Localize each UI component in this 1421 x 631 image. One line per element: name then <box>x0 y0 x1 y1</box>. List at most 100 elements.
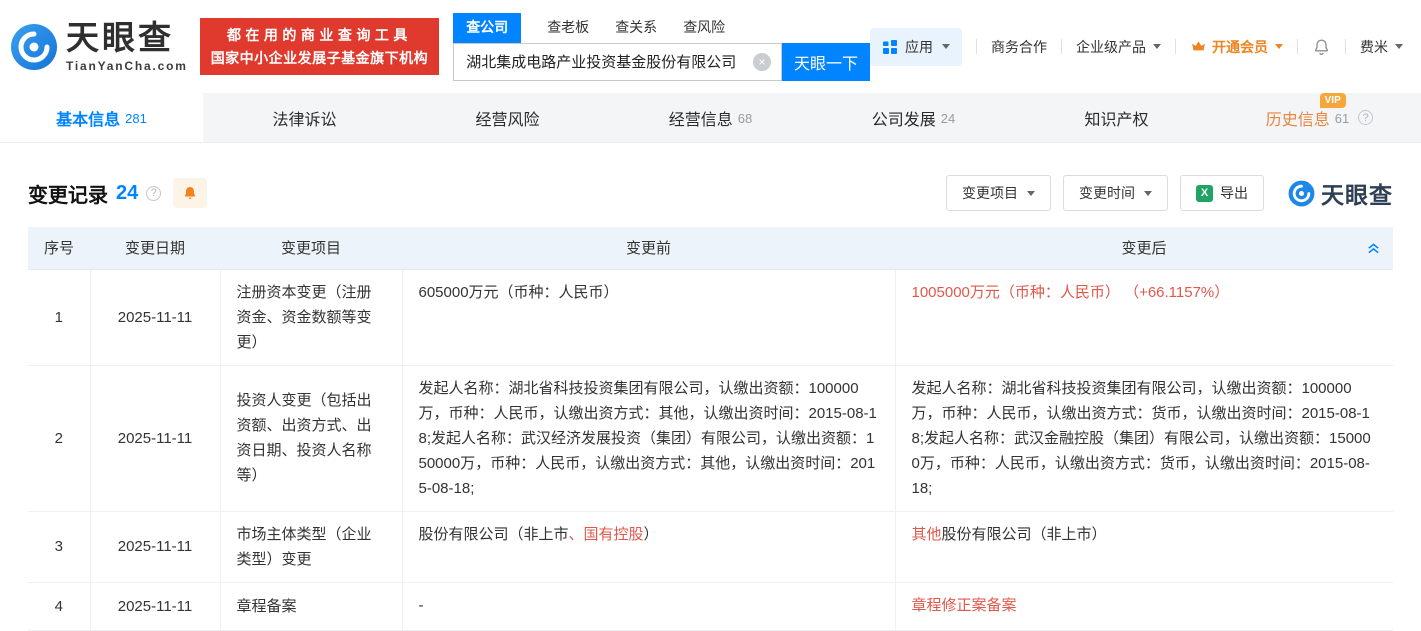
vip-link[interactable]: 开通会员 <box>1190 37 1283 57</box>
header-no: 序号 <box>28 227 90 270</box>
change-records-header: 变更记录 24 变更项目 变更时间 导出 <box>28 143 1393 213</box>
filter-change-item-button[interactable]: 变更项目 <box>946 175 1051 211</box>
nav-tab-labelwrap: 法律诉讼 <box>272 106 336 130</box>
cooperation-link[interactable]: 商务合作 <box>991 37 1047 57</box>
cell-text: 发起人名称：湖北省科技投资集团有限公司，认缴出资额：100000万，币种：人民币… <box>418 379 877 497</box>
tianyancha-logo[interactable]: 天眼查 TianYanCha.com <box>10 21 188 73</box>
vip-label: 开通会员 <box>1212 38 1268 55</box>
nav-tab[interactable]: 经营风险 <box>406 93 609 142</box>
cell-text: ） <box>643 525 659 543</box>
cell-after: 章程修正案备案 <box>895 582 1393 631</box>
cell-before: 发起人名称：湖北省科技投资集团有限公司，认缴出资额：100000万，币种：人民币… <box>402 365 896 512</box>
section-count: 24 <box>116 181 139 204</box>
nav-tab-labelwrap: 经营风险 <box>475 106 539 130</box>
search-field <box>453 42 782 81</box>
nav-tab[interactable]: 经营信息 68 <box>609 93 812 142</box>
changed-text: 其他 <box>911 525 942 543</box>
nav-tab-label: 知识产权 <box>1084 111 1149 129</box>
nav-tab-label: 历史信息 <box>1265 111 1330 129</box>
table-row: 4 2025-11-11 章程备案 - 章程修正案备案 <box>28 582 1393 631</box>
export-button[interactable]: 导出 <box>1180 175 1264 211</box>
nav-tab-label: 公司发展 <box>871 111 936 129</box>
apps-label: 应用 <box>905 38 933 55</box>
notifications-button[interactable] <box>1312 37 1331 56</box>
bell-icon <box>185 187 196 199</box>
table-row: 2 2025-11-11 投资人变更（包括出资额、出资方式、出资日期、投资人名称等）… <box>28 365 1393 512</box>
table-body: 1 2025-11-11 注册资本变更（注册资金、资金数额等变更） 605000万元（… <box>28 269 1393 631</box>
header-after: 变更后 <box>895 227 1393 270</box>
filter-change-time-button[interactable]: 变更时间 <box>1063 175 1168 211</box>
logo-text: 天眼查 TianYanCha.com <box>66 21 188 73</box>
divider <box>1061 39 1062 54</box>
clear-icon[interactable] <box>753 52 771 71</box>
header-item: 变更项目 <box>220 227 402 270</box>
search-tab[interactable]: 查公司 <box>453 12 522 43</box>
table-head: 序号 变更日期 变更项目 变更前 变更后 <box>28 227 1393 270</box>
nav-tab[interactable]: 法律诉讼 <box>203 93 406 142</box>
table-row: 1 2025-11-11 注册资本变更（注册资金、资金数额等变更） 605000万元（… <box>28 269 1393 366</box>
search-tab[interactable]: 查关系 <box>615 13 657 43</box>
chevron-down-icon <box>942 44 950 49</box>
search-button[interactable]: 天眼一下 <box>782 42 870 81</box>
logo-title: 天眼查 <box>66 18 174 56</box>
help-icon <box>1358 110 1374 125</box>
monitor-bell-button[interactable] <box>173 178 208 208</box>
nav-tab[interactable]: 历史信息 VIP 61 <box>1218 92 1421 142</box>
nav-tab-labelwrap: 知识产权 <box>1084 106 1148 130</box>
cell-text: 股份有限公司（非上市 <box>418 525 569 543</box>
cell-no: 4 <box>28 582 91 631</box>
filter-change-time-label: 变更时间 <box>1079 185 1135 201</box>
search-input[interactable] <box>464 52 753 71</box>
chevron-down-icon <box>1395 44 1403 49</box>
divider <box>1175 39 1176 54</box>
table-header-row: 序号 变更日期 变更项目 变更前 变更后 <box>28 227 1393 270</box>
divider <box>1297 39 1298 54</box>
cell-before: 股份有限公司（非上市、国有控股） <box>402 511 896 583</box>
search-area: 查公司 查老板 查关系 查风险 天眼一下 <box>453 12 870 81</box>
filter-change-item-label: 变更项目 <box>962 185 1018 201</box>
cell-item: 章程备案 <box>220 582 403 631</box>
username: 费米 <box>1360 38 1388 55</box>
changed-text: 章程修正案备案 <box>911 596 1017 614</box>
cell-date: 2025-11-11 <box>90 511 221 583</box>
divider <box>976 39 977 54</box>
nav-tab-count: 281 <box>125 111 147 126</box>
logo-domain: TianYanCha.com <box>66 58 188 73</box>
user-menu[interactable]: 费米 <box>1360 37 1403 57</box>
change-records-table: 序号 变更日期 变更项目 变更前 变更后 1 2025-11-11 注册资本变更（注… <box>28 227 1393 631</box>
brand-slogan: 都在用的商业查询工具 国家中小企业发展子基金旗下机构 <box>199 18 440 75</box>
nav-tab[interactable]: 基本信息 281 <box>0 93 203 142</box>
cell-item: 投资人变更（包括出资额、出资方式、出资日期、投资人名称等） <box>220 365 403 512</box>
nav-tab-labelwrap: 公司发展 <box>872 106 936 130</box>
divider <box>1345 39 1346 54</box>
header-actions: 变更项目 变更时间 导出 天眼查 <box>946 175 1393 211</box>
nav-tab-label: 经营信息 <box>668 111 733 129</box>
cell-before: 605000万元（币种：人民币） <box>402 269 896 366</box>
search-tab[interactable]: 查风险 <box>683 13 725 43</box>
chevron-down-icon <box>1027 190 1035 196</box>
topbar-right: 应用 商务合作 企业级产品 开通会员 费米 <box>870 27 1421 66</box>
apps-button[interactable]: 应用 <box>870 27 962 66</box>
crown-icon <box>1192 41 1205 51</box>
tianyancha-logo-icon <box>11 23 57 70</box>
bell-icon <box>1314 39 1329 56</box>
nav-tab[interactable]: 知识产权 <box>1015 93 1218 142</box>
header-after-label: 变更后 <box>1121 240 1167 258</box>
help-icon[interactable] <box>146 185 162 201</box>
nav-tab-labelwrap: 经营信息 <box>669 106 733 130</box>
nav-tab-count: 61 <box>1334 111 1350 126</box>
vip-badge: VIP <box>1319 92 1346 108</box>
main-content: 变更记录 24 变更项目 变更时间 导出 <box>0 143 1421 631</box>
cell-before: - <box>402 582 896 631</box>
collapse-icon[interactable] <box>1366 240 1381 255</box>
header-date: 变更日期 <box>90 227 220 270</box>
search-tab-label: 查公司 <box>466 18 509 35</box>
nav-tab-count: 24 <box>940 111 956 126</box>
cell-text: 发起人名称：湖北省科技投资集团有限公司，认缴出资额：100000万，币种：人民币… <box>911 379 1371 497</box>
search-tab[interactable]: 查老板 <box>547 13 589 43</box>
chevron-down-icon <box>1144 190 1152 196</box>
nav-tab-label: 经营风险 <box>475 111 540 129</box>
nav-tab[interactable]: 公司发展 24 <box>812 93 1015 142</box>
search-tab-label: 查关系 <box>615 18 658 35</box>
enterprise-link[interactable]: 企业级产品 <box>1076 37 1161 57</box>
